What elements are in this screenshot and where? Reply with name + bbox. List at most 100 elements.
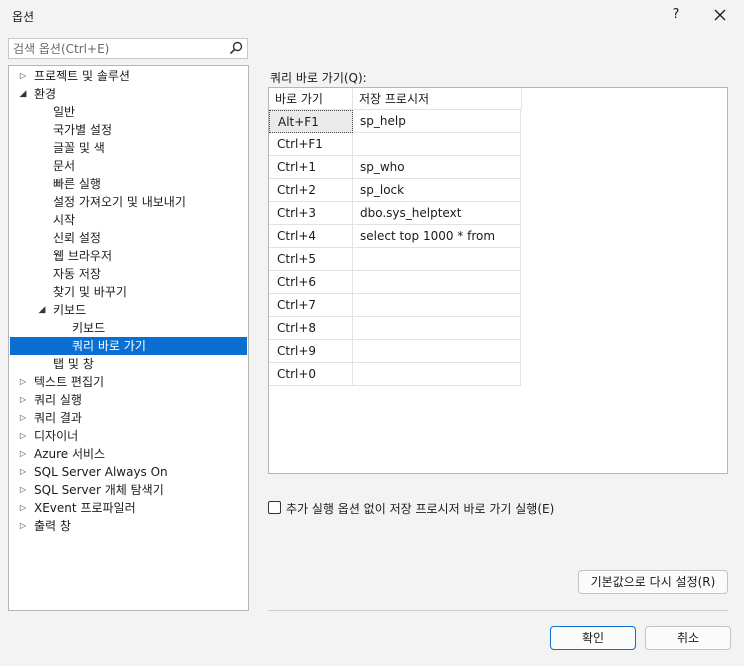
- shortcuts-grid[interactable]: 바로 가기 저장 프로시저 Alt+F1 sp_help Ctrl+F1 Ctrl+1…: [268, 87, 728, 474]
- tree-item-label: Azure 서비스: [34, 447, 106, 461]
- tree-item-label: 쿼리 실행: [34, 393, 82, 407]
- tree-item[interactable]: ▷ 텍스트 편집기: [10, 373, 247, 391]
- procedure-cell[interactable]: dbo.sys_helptext: [353, 202, 521, 225]
- tree-item[interactable]: ▷ SQL Server 개체 탐색기: [10, 481, 247, 499]
- shortcut-cell[interactable]: Ctrl+4: [269, 225, 353, 248]
- window-title: 옵션: [12, 10, 35, 24]
- collapsed-arrow-icon[interactable]: ▷: [18, 427, 28, 445]
- tree-item[interactable]: 찾기 및 바꾸기: [10, 283, 247, 301]
- collapsed-arrow-icon[interactable]: ▷: [18, 409, 28, 427]
- collapsed-arrow-icon[interactable]: ▷: [18, 481, 28, 499]
- procedure-cell[interactable]: [353, 248, 521, 271]
- tree-item[interactable]: ◢ 키보드: [10, 301, 247, 319]
- tree-item-label: 프로젝트 및 솔루션: [34, 69, 130, 83]
- column-header-shortcut: 바로 가기: [269, 88, 353, 110]
- tree-item[interactable]: ▷ 출력 창: [10, 517, 247, 535]
- reset-defaults-button[interactable]: 기본값으로 다시 설정(R): [578, 570, 728, 594]
- tree-item-label: 자동 저장: [53, 267, 101, 281]
- tree-item-label: 환경: [34, 87, 57, 101]
- tree-item[interactable]: 신뢰 설정: [10, 229, 247, 247]
- collapsed-arrow-icon[interactable]: ▷: [18, 499, 28, 517]
- tree-item-label: 키보드: [72, 321, 106, 335]
- tree-item-label: 쿼리 바로 가기: [72, 339, 146, 353]
- shortcut-cell[interactable]: Alt+F1: [269, 110, 353, 133]
- procedure-cell[interactable]: sp_lock: [353, 179, 521, 202]
- procedure-cell[interactable]: [353, 363, 521, 386]
- tree-item[interactable]: 글꼴 및 색: [10, 139, 247, 157]
- tree-item[interactable]: ▷ 쿼리 실행: [10, 391, 247, 409]
- tree-item-label: SQL Server Always On: [34, 465, 168, 479]
- checkbox-box[interactable]: [268, 501, 281, 514]
- tree-item[interactable]: 탭 및 창: [10, 355, 247, 373]
- shortcuts-label: 쿼리 바로 가기(Q):: [270, 71, 367, 85]
- cancel-button[interactable]: 취소: [645, 626, 731, 650]
- search-icon[interactable]: [229, 40, 245, 57]
- shortcut-cell[interactable]: Ctrl+7: [269, 294, 353, 317]
- tree-item[interactable]: ▷ XEvent 프로파일러: [10, 499, 247, 517]
- procedure-cell[interactable]: [353, 317, 521, 340]
- shortcut-cell[interactable]: Ctrl+F1: [269, 133, 353, 156]
- shortcut-cell[interactable]: Ctrl+1: [269, 156, 353, 179]
- tree-item-label: 국가별 설정: [53, 123, 113, 137]
- options-tree[interactable]: ▷ 프로젝트 및 솔루션 ◢ 환경일반국가별 설정글꼴 및 색문서빠른 실행설정 가져…: [8, 65, 249, 611]
- tree-item[interactable]: 쿼리 바로 가기: [10, 337, 247, 355]
- ok-button[interactable]: 확인: [550, 626, 636, 650]
- search-box: [8, 38, 248, 59]
- tree-item[interactable]: 자동 저장: [10, 265, 247, 283]
- tree-item-label: 문서: [53, 159, 76, 173]
- shortcut-cell[interactable]: Ctrl+3: [269, 202, 353, 225]
- collapsed-arrow-icon[interactable]: ▷: [18, 373, 28, 391]
- collapsed-arrow-icon[interactable]: ▷: [18, 67, 28, 85]
- tree-item-label: 키보드: [53, 303, 87, 317]
- procedure-cell[interactable]: sp_who: [353, 156, 521, 179]
- tree-item[interactable]: 설정 가져오기 및 내보내기: [10, 193, 247, 211]
- close-button[interactable]: [708, 4, 732, 26]
- tree-item[interactable]: ▷ 디자이너: [10, 427, 247, 445]
- tree-item[interactable]: ▷ SQL Server Always On: [10, 463, 247, 481]
- procedure-cell[interactable]: select top 1000 * from: [353, 225, 521, 248]
- shortcut-cell[interactable]: Ctrl+0: [269, 363, 353, 386]
- checkbox-label: 추가 실행 옵션 없이 저장 프로시저 바로 가기 실행(E): [286, 502, 555, 516]
- collapsed-arrow-icon[interactable]: ▷: [18, 391, 28, 409]
- tree-item[interactable]: 국가별 설정: [10, 121, 247, 139]
- shortcut-cell[interactable]: Ctrl+9: [269, 340, 353, 363]
- tree-item-label: XEvent 프로파일러: [34, 501, 136, 515]
- tree-item[interactable]: ▷ Azure 서비스: [10, 445, 247, 463]
- tree-item[interactable]: 시작: [10, 211, 247, 229]
- tree-item[interactable]: 빠른 실행: [10, 175, 247, 193]
- tree-item-label: 쿼리 결과: [34, 411, 82, 425]
- expanded-arrow-icon[interactable]: ◢: [37, 301, 47, 319]
- tree-item-label: 출력 창: [34, 519, 71, 533]
- collapsed-arrow-icon[interactable]: ▷: [18, 445, 28, 463]
- collapsed-arrow-icon[interactable]: ▷: [18, 517, 28, 535]
- tree-item-label: 찾기 및 바꾸기: [53, 285, 127, 299]
- tree-item[interactable]: ◢ 환경: [10, 85, 247, 103]
- procedure-cell[interactable]: [353, 133, 521, 156]
- tree-item[interactable]: ▷ 쿼리 결과: [10, 409, 247, 427]
- tree-item[interactable]: 문서: [10, 157, 247, 175]
- procedure-cell[interactable]: sp_help: [353, 110, 521, 133]
- tree-item[interactable]: ▷ 프로젝트 및 솔루션: [10, 67, 247, 85]
- procedure-cell[interactable]: [353, 294, 521, 317]
- shortcut-cell[interactable]: Ctrl+2: [269, 179, 353, 202]
- tree-item-label: 신뢰 설정: [53, 231, 101, 245]
- collapsed-arrow-icon[interactable]: ▷: [18, 463, 28, 481]
- expanded-arrow-icon[interactable]: ◢: [18, 85, 28, 103]
- tree-item-label: 빠른 실행: [53, 177, 101, 191]
- procedure-cell[interactable]: [353, 340, 521, 363]
- shortcut-cell[interactable]: Ctrl+5: [269, 248, 353, 271]
- tree-item-label: 디자이너: [34, 429, 79, 443]
- shortcut-cell[interactable]: Ctrl+6: [269, 271, 353, 294]
- tree-item-label: SQL Server 개체 탐색기: [34, 483, 164, 497]
- search-input[interactable]: [13, 40, 223, 57]
- column-header-procedure: 저장 프로시저: [353, 88, 522, 110]
- shortcut-cell[interactable]: Ctrl+8: [269, 317, 353, 340]
- tree-item[interactable]: 일반: [10, 103, 247, 121]
- procedure-cell[interactable]: [353, 271, 521, 294]
- help-button[interactable]: ?: [665, 4, 687, 26]
- tree-item-label: 텍스트 편집기: [34, 375, 105, 389]
- tree-item[interactable]: 웹 브라우저: [10, 247, 247, 265]
- tree-item-label: 웹 브라우저: [53, 249, 113, 263]
- tree-item-label: 시작: [53, 213, 76, 227]
- tree-item[interactable]: 키보드: [10, 319, 247, 337]
